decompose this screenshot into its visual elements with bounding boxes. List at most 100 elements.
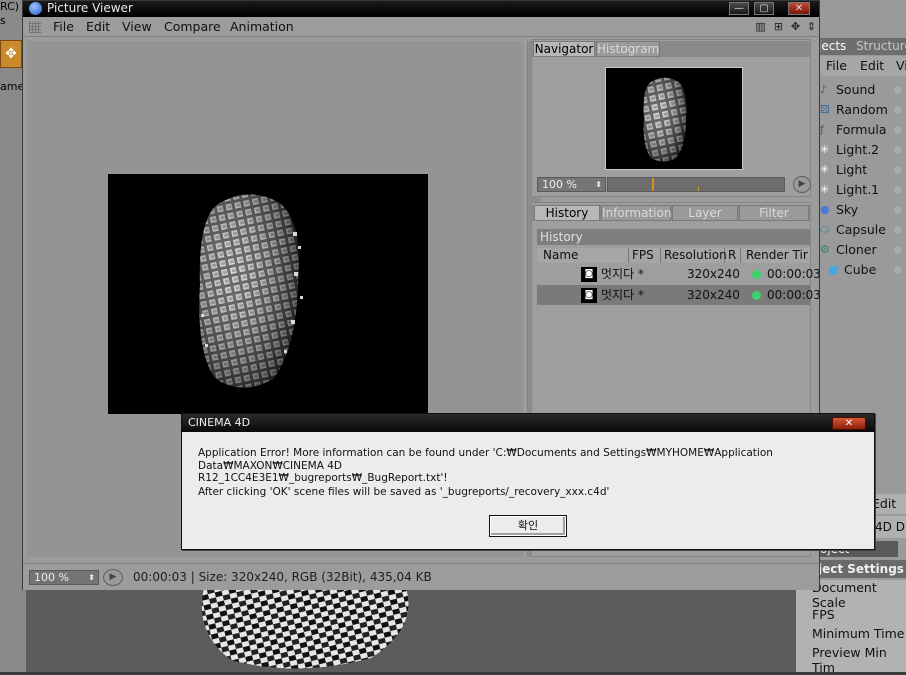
tab-history[interactable]: History xyxy=(534,205,600,221)
menu-file[interactable]: File xyxy=(826,58,847,73)
tab-structure[interactable]: Structure xyxy=(856,39,906,53)
bg-left-label: RC) xyxy=(0,0,20,13)
app-icon xyxy=(29,2,42,15)
status-bar: 100 % ⬍ ▶ 00:00:03 | Size: 320x240, RGB … xyxy=(23,563,819,590)
settings-header: ject Settings xyxy=(818,560,906,578)
setting-preview-min-time: Preview Min Tim xyxy=(812,645,887,675)
visibility-dot[interactable] xyxy=(894,186,902,194)
navigator-zoom-slider[interactable] xyxy=(607,177,785,192)
viewport-background xyxy=(26,588,796,672)
move-tool-icon[interactable]: ✥ xyxy=(0,40,22,68)
visibility-dot[interactable] xyxy=(894,126,902,134)
light-icon: ✳ xyxy=(820,163,830,176)
menu-view[interactable]: Vi xyxy=(896,58,906,73)
play-icon[interactable]: ▶ xyxy=(103,569,123,586)
navigator-thumbnail[interactable] xyxy=(605,67,743,170)
layout-icon[interactable]: ▥ xyxy=(754,20,767,33)
navigator-zoom-select[interactable]: 100 % ⬍ xyxy=(537,177,606,192)
cloner-icon: ⚙ xyxy=(820,243,830,256)
new-window-icon[interactable]: ⊞ xyxy=(772,20,785,33)
history-resolution: 320x240 xyxy=(687,267,740,281)
slider-handle[interactable] xyxy=(652,178,654,191)
visibility-dot[interactable] xyxy=(894,266,902,274)
column-name[interactable]: Name xyxy=(539,248,629,263)
tab-information[interactable]: Information xyxy=(601,205,671,221)
visibility-dot[interactable] xyxy=(894,206,902,214)
status-text: 00:00:03 | Size: 320x240, RGB (32Bit), 4… xyxy=(133,570,432,584)
maximize-button[interactable]: ▢ xyxy=(754,2,774,15)
sky-icon: ● xyxy=(820,203,830,216)
dialog-message-line: Application Error! More information can … xyxy=(198,447,773,472)
cube-icon: ■ xyxy=(828,263,839,276)
bg-left-label: s xyxy=(0,14,6,27)
history-rows: ◙ 멋지다 * 320x240 00:00:03 ◙ 멋지다 * 320x240 00:00:… xyxy=(537,264,821,306)
visibility-dot[interactable] xyxy=(894,106,902,114)
bg-left-label: ame xyxy=(0,80,25,93)
visibility-dot[interactable] xyxy=(894,146,902,154)
column-r[interactable]: R xyxy=(725,248,741,263)
tab-objects[interactable]: jects xyxy=(818,39,846,53)
stepper-icon: ⬍ xyxy=(595,180,602,189)
navigator-play-icon[interactable]: ▶ xyxy=(793,176,811,193)
visibility-dot[interactable] xyxy=(894,226,902,234)
menu-edit[interactable]: Edit xyxy=(86,19,110,34)
column-render-time[interactable]: Render Tir xyxy=(741,248,810,263)
menu-edit[interactable]: Edit xyxy=(872,496,896,511)
menu-bar: File Edit View Compare Animation ▥ ⊞ ✥ ⇕ xyxy=(23,17,819,37)
tab-layer[interactable]: Layer xyxy=(672,205,738,221)
menu-file[interactable]: File xyxy=(53,19,74,34)
navigator-tabs: Navigator Histogram xyxy=(532,41,810,57)
navigator-zoom-value: 100 % xyxy=(542,178,577,191)
visibility-dot[interactable] xyxy=(894,246,902,254)
move-icon[interactable]: ✥ xyxy=(789,20,802,33)
visibility-dot[interactable] xyxy=(894,166,902,174)
scroll-icon[interactable]: ⇕ xyxy=(805,20,818,33)
zoom-value: 100 % xyxy=(34,571,69,584)
dialog-title[interactable]: CINEMA 4D xyxy=(182,414,874,432)
object-manager-tabs: jects Structure xyxy=(818,38,906,55)
history-status xyxy=(752,264,761,284)
column-fps[interactable]: FPS xyxy=(629,248,661,263)
history-row[interactable]: ◙ 멋지다 * 320x240 00:00:03 xyxy=(537,285,821,305)
column-resolution[interactable]: Resolution xyxy=(661,248,727,263)
history-row[interactable]: ◙ 멋지다 * 320x240 00:00:03 xyxy=(537,264,821,284)
tab-navigator[interactable]: Navigator xyxy=(533,41,595,57)
zoom-select[interactable]: 100 % ⬍ xyxy=(29,570,99,585)
menu-animation[interactable]: Animation xyxy=(230,19,294,34)
visibility-dot[interactable] xyxy=(894,86,902,94)
object-label: Sound xyxy=(836,82,876,97)
formula-icon: ƒ xyxy=(820,123,824,136)
light-icon: ✳ xyxy=(820,183,830,196)
object-label: Light xyxy=(836,162,868,177)
object-label: Cloner xyxy=(836,242,877,257)
film-icon: ◙ xyxy=(581,288,597,303)
setting-fps: FPS xyxy=(812,607,835,622)
window-title: Picture Viewer xyxy=(47,1,133,15)
object-label: Capsule xyxy=(836,222,886,237)
object-label: Sky xyxy=(836,202,859,217)
title-bar[interactable]: Picture Viewer — ▢ ✕ xyxy=(23,1,819,17)
history-name: 멋지다 * xyxy=(601,288,644,302)
navigator-capsule-graphic xyxy=(643,77,687,162)
close-button[interactable]: ✕ xyxy=(788,2,810,15)
setting-minimum-time: Minimum Time xyxy=(812,626,905,641)
menu-compare[interactable]: Compare xyxy=(164,19,221,34)
menu-edit[interactable]: Edit xyxy=(860,58,884,73)
rendered-image xyxy=(108,174,428,414)
object-label: Random xyxy=(836,102,888,117)
menu-view[interactable]: View xyxy=(122,19,152,34)
status-dot xyxy=(752,270,761,279)
stepper-icon: ⬍ xyxy=(88,573,95,582)
slider-marker xyxy=(698,187,699,191)
history-render-time: 00:00:03 xyxy=(767,288,821,302)
tab-4d[interactable]: 4D D xyxy=(872,516,906,538)
object-label: Formula xyxy=(836,122,887,137)
tab-filter[interactable]: Filter xyxy=(739,205,809,221)
settings-rows: Document Scale FPS Minimum Time Preview … xyxy=(796,580,906,675)
ok-button[interactable]: 확인 xyxy=(489,515,567,537)
dialog-close-button[interactable]: ✕ xyxy=(832,417,866,430)
minimize-button[interactable]: — xyxy=(729,2,749,15)
menu-grip-icon[interactable] xyxy=(29,21,41,33)
tab-histogram[interactable]: Histogram xyxy=(596,41,660,57)
capsule-icon: ⬭ xyxy=(820,223,830,236)
